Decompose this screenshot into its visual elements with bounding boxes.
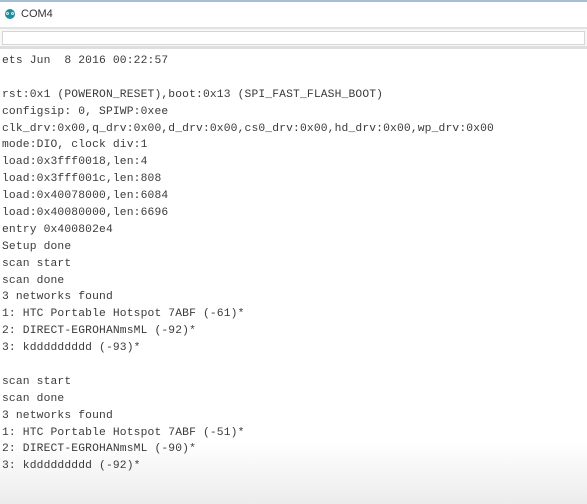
serial-output-line: 3: kddddddddd (-93)* (2, 342, 141, 355)
serial-output-line: 3 networks found (2, 409, 113, 422)
serial-output-line: entry 0x400802e4 (2, 223, 113, 236)
window-title: COM4 (21, 8, 53, 20)
serial-output-line: 3 networks found (2, 291, 113, 304)
title-bar: COM4 (0, 2, 587, 26)
serial-output-line: scan start (2, 375, 72, 388)
send-bar (0, 27, 587, 49)
serial-output-line: scan start (2, 257, 72, 270)
serial-output-line: 1: HTC Portable Hotspot 7ABF (-61)* (2, 308, 245, 321)
serial-output-line: scan done (2, 274, 65, 287)
serial-output-line: mode:DIO, clock div:1 (2, 139, 148, 152)
serial-output-line (2, 357, 587, 374)
serial-output-line: 2: DIRECT-EGROHANmsML (-92)* (2, 325, 197, 338)
serial-output-line: configsip: 0, SPIWP:0xee (2, 105, 169, 118)
serial-output-line: scan done (2, 392, 65, 405)
serial-output-line: 1: HTC Portable Hotspot 7ABF (-51)* (2, 426, 245, 439)
serial-output[interactable]: ets Jun 8 2016 00:22:57 rst:0x1 (POWERON_… (0, 50, 587, 504)
serial-output-line: Setup done (2, 240, 72, 253)
serial-output-line: 2: DIRECT-EGROHANmsML (-90)* (2, 443, 197, 456)
serial-output-line: clk_drv:0x00,q_drv:0x00,d_drv:0x00,cs0_d… (2, 122, 494, 135)
serial-output-line: load:0x3fff0018,len:4 (2, 156, 148, 169)
serial-output-line: 3: kddddddddd (-92)* (2, 460, 141, 473)
serial-output-line: rst:0x1 (POWERON_RESET),boot:0x13 (SPI_F… (2, 88, 384, 101)
serial-output-line: load:0x40078000,len:6084 (2, 190, 169, 203)
serial-output-line: load:0x3fff001c,len:808 (2, 173, 162, 186)
serial-output-line (2, 70, 587, 87)
serial-output-line: ets Jun 8 2016 00:22:57 (2, 55, 169, 67)
serial-send-input[interactable] (2, 31, 585, 45)
serial-output-line: load:0x40080000,len:6696 (2, 207, 169, 220)
arduino-icon (5, 9, 15, 19)
serial-output-lines: ets Jun 8 2016 00:22:57 rst:0x1 (POWERON_… (0, 50, 587, 475)
